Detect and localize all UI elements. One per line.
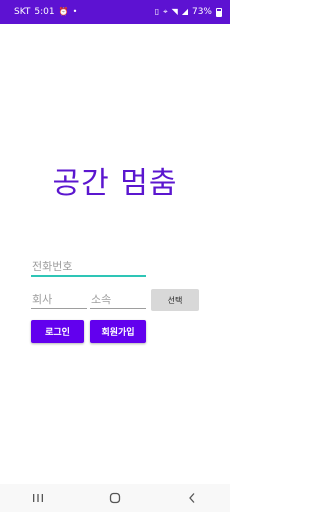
app-title: 공간 멈춤 (52, 166, 178, 201)
battery-percent: 73% (191, 7, 212, 17)
status-bar: SKT 5:01 ⏰ • ▯ ⌖ ◥ ◢ 73% (0, 0, 230, 24)
wifi-icon: ◥ (171, 7, 178, 16)
home-icon[interactable] (95, 484, 135, 512)
navigation-bar (0, 484, 230, 512)
alarm-icon: ⏰ (58, 7, 69, 16)
signal-icon: ◢ (181, 7, 188, 16)
company-input[interactable] (31, 291, 87, 309)
select-button[interactable]: 선택 (151, 289, 199, 311)
signup-button[interactable]: 회원가입 (90, 320, 146, 343)
phone-input[interactable] (31, 258, 146, 277)
department-input[interactable] (90, 291, 146, 309)
dot-icon: • (72, 7, 78, 16)
battery-icon (216, 7, 222, 17)
clock-time: 5:01 (34, 7, 55, 17)
location-icon: ⌖ (163, 7, 168, 16)
vibrate-icon: ▯ (154, 7, 160, 16)
recent-apps-icon[interactable] (18, 484, 58, 512)
back-icon[interactable] (172, 484, 212, 512)
login-button[interactable]: 로그인 (31, 320, 84, 343)
carrier-label: SKT (14, 7, 31, 17)
